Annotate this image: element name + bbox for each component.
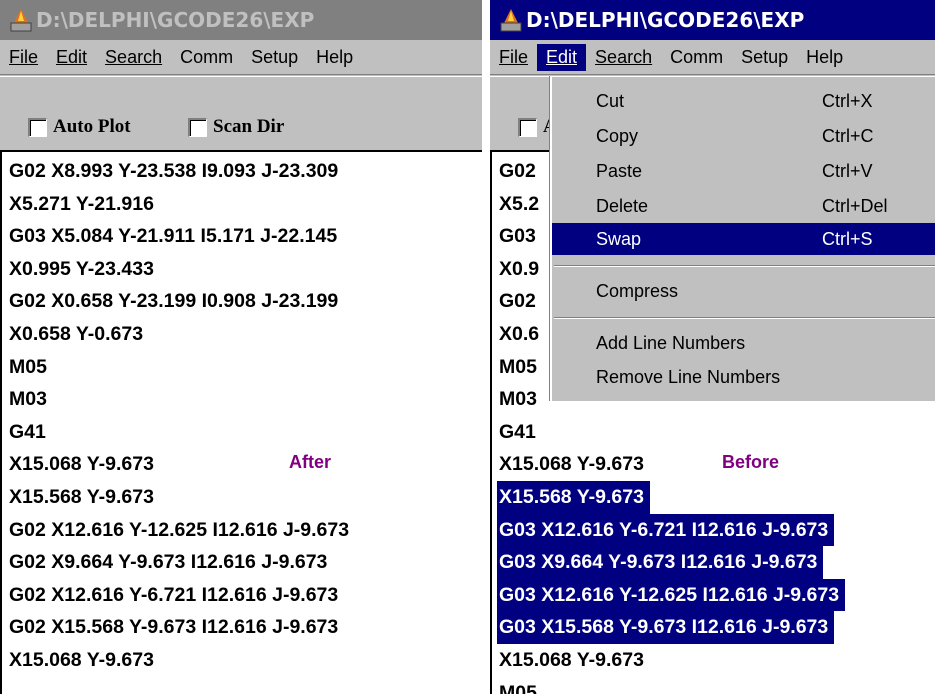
right-menu-bar: File Edit Search Comm Setup Help [490, 40, 935, 75]
checkbox-box[interactable] [188, 117, 207, 137]
cut-shortcut: Ctrl+X [822, 91, 873, 111]
gcode-line[interactable]: G03 X5.084 Y-21.911 I5.171 J-22.145 [7, 220, 349, 253]
gcode-line[interactable]: X15.068 Y-9.673 [497, 644, 845, 677]
left-window: D:\DELPHI\GCODE26\EXP File Edit Search C… [0, 0, 482, 694]
gcode-line[interactable]: X0.995 Y-23.433 [7, 253, 349, 286]
menu-edit-active[interactable]: Edit [537, 43, 587, 71]
scan-dir-label: Scan Dir [213, 116, 285, 137]
gcode-line[interactable]: M05 [497, 677, 845, 694]
add-line-numbers-label: Add Line Numbers [596, 333, 746, 353]
paste-shortcut: Ctrl+V [822, 161, 873, 181]
menu-item-add-line-numbers[interactable]: Add Line Numbers [552, 327, 935, 359]
menu-setup[interactable]: Setup [732, 44, 797, 71]
menu-search[interactable]: Search [586, 44, 661, 71]
menu-edit[interactable]: Edit [47, 44, 96, 71]
menu-item-delete[interactable]: Delete Ctrl+Del [552, 190, 935, 222]
menu-file[interactable]: File [0, 44, 47, 71]
menu-item-remove-line-numbers[interactable]: Remove Line Numbers [552, 361, 935, 393]
gcode-line[interactable]: M05 [7, 351, 349, 384]
gcode-line[interactable]: M03 [7, 383, 349, 416]
gcode-line[interactable]: X15.068 Y-9.673 [7, 644, 349, 677]
menu-help[interactable]: Help [307, 44, 362, 71]
compress-label: Compress [596, 281, 679, 301]
gcode-line[interactable]: X15.068 Y-9.673 [497, 448, 845, 481]
remove-line-numbers-label: Remove Line Numbers [596, 367, 781, 387]
menu-comm[interactable]: Comm [661, 44, 732, 71]
scan-dir-checkbox[interactable]: Scan Dir [188, 116, 284, 138]
left-title-bar[interactable]: D:\DELPHI\GCODE26\EXP [0, 0, 482, 40]
menu-item-copy[interactable]: Copy Ctrl+C [552, 120, 935, 152]
checkbox-box[interactable] [28, 117, 47, 137]
menu-setup[interactable]: Setup [242, 44, 307, 71]
gcode-line-selected[interactable]: G03 X9.664 Y-9.673 I12.616 J-9.673 [497, 546, 824, 579]
menu-item-compress[interactable]: Compress [552, 275, 935, 307]
menu-search[interactable]: Search [96, 44, 171, 71]
gcode-line[interactable]: X0.658 Y-0.673 [7, 318, 349, 351]
swap-label: Swap [596, 229, 642, 249]
gcode-line[interactable]: G41 [497, 416, 845, 449]
app-icon [500, 9, 522, 32]
swap-shortcut: Ctrl+S [822, 229, 873, 249]
left-toolbar: Auto Plot Scan Dir [0, 76, 482, 150]
gcode-line[interactable]: G41 [7, 416, 349, 449]
left-window-title: D:\DELPHI\GCODE26\EXP [36, 8, 315, 32]
menu-item-cut[interactable]: Cut Ctrl+X [552, 85, 935, 117]
gcode-line[interactable]: X15.568 Y-9.673 [7, 481, 349, 514]
gcode-line[interactable]: X5.271 Y-21.916 [7, 188, 349, 221]
left-gcode-editor[interactable]: G02 X8.993 Y-23.538 I9.093 J-23.309 X5.27… [0, 150, 482, 694]
app-icon [10, 9, 32, 32]
delete-label: Delete [596, 196, 649, 216]
gcode-line-selected[interactable]: G03 X12.616 Y-6.721 I12.616 J-9.673 [497, 513, 835, 547]
after-label: After [289, 452, 332, 472]
left-menu-bar: File Edit Search Comm Setup Help [0, 40, 482, 75]
gcode-line-selected[interactable]: G03 X15.568 Y-9.673 I12.616 J-9.673 [497, 611, 835, 644]
auto-plot-checkbox[interactable]: Auto Plot [28, 116, 131, 138]
right-title-bar[interactable]: D:\DELPHI\GCODE26\EXP [490, 0, 935, 40]
delete-shortcut: Ctrl+Del [822, 196, 888, 216]
right-window-title: D:\DELPHI\GCODE26\EXP [526, 8, 805, 32]
left-gcode-lines: G02 X8.993 Y-23.538 I9.093 J-23.309 X5.27… [7, 155, 349, 677]
gcode-line[interactable]: G02 X15.568 Y-9.673 I12.616 J-9.673 [7, 611, 349, 644]
menu-comm[interactable]: Comm [171, 44, 242, 71]
gcode-line[interactable]: G02 X0.658 Y-23.199 I0.908 J-23.199 [7, 285, 349, 318]
paste-label: Paste [596, 161, 643, 181]
gcode-line[interactable]: G02 X9.664 Y-9.673 I12.616 J-9.673 [7, 546, 349, 579]
gcode-line[interactable]: G02 X12.616 Y-12.625 I12.616 J-9.673 [7, 514, 349, 547]
menu-item-paste[interactable]: Paste Ctrl+V [552, 155, 935, 187]
gcode-line-selected[interactable]: G03 X12.616 Y-12.625 I12.616 J-9.673 [497, 578, 846, 612]
gcode-line[interactable]: G02 X8.993 Y-23.538 I9.093 J-23.309 [7, 155, 349, 188]
auto-plot-label: Auto Plot [53, 116, 131, 137]
menu-separator [554, 317, 935, 319]
menu-file[interactable]: File [490, 44, 537, 71]
edit-dropdown-menu: Cut Ctrl+X Copy Ctrl+C Paste Ctrl+V Dele… [550, 76, 935, 401]
copy-label: Copy [596, 126, 639, 146]
copy-shortcut: Ctrl+C [822, 126, 874, 146]
menu-help[interactable]: Help [797, 44, 852, 71]
cut-label: Cut [596, 91, 625, 111]
gcode-line-selected[interactable]: X15.568 Y-9.673 [497, 480, 650, 514]
menu-separator [554, 265, 935, 267]
divider [482, 0, 490, 694]
gcode-line[interactable]: G02 X12.616 Y-6.721 I12.616 J-9.673 [7, 579, 349, 612]
checkbox-box[interactable] [518, 117, 537, 137]
menu-item-swap[interactable]: Swap Ctrl+S [552, 223, 935, 255]
before-label: Before [722, 452, 780, 472]
